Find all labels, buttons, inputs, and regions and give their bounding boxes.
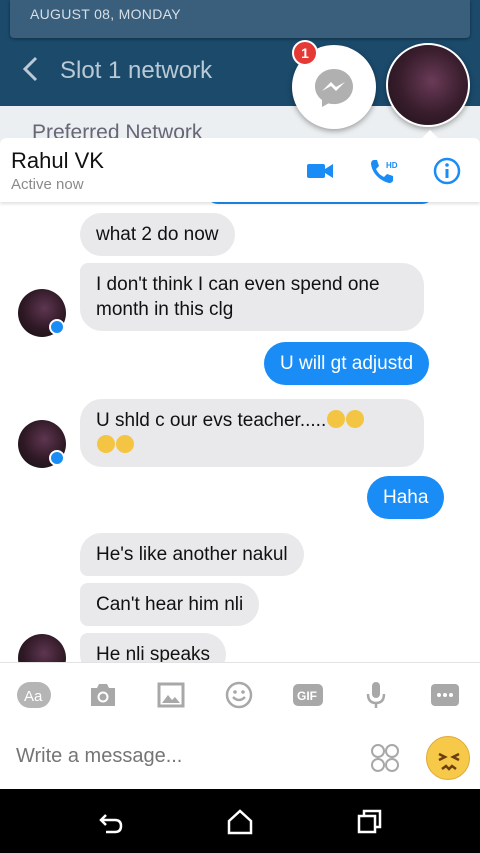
weary-emoji-icon bbox=[116, 435, 134, 453]
emoji-button[interactable] bbox=[221, 677, 257, 713]
unread-badge: 1 bbox=[292, 40, 318, 66]
message-bubble[interactable]: I don't think I can even spend one month… bbox=[80, 263, 424, 331]
message-list[interactable]: what 2 do now I don't think I can even s… bbox=[0, 202, 480, 662]
message-text: Can't hear him nli bbox=[96, 594, 244, 615]
message-text: He nli speaks bbox=[96, 644, 211, 662]
persevering-face-icon bbox=[438, 752, 460, 771]
stickers-icon[interactable] bbox=[370, 743, 400, 773]
settings-title: Slot 1 network bbox=[60, 57, 213, 84]
aa-icon: Aa bbox=[17, 682, 51, 708]
date-text: AUGUST 08, MONDAY bbox=[30, 6, 181, 22]
gallery-button[interactable] bbox=[153, 677, 189, 713]
messenger-badge-icon bbox=[49, 450, 65, 466]
svg-text:GIF: GIF bbox=[297, 689, 317, 703]
more-options-button[interactable] bbox=[427, 677, 463, 713]
message-text: what 2 do now bbox=[96, 224, 219, 245]
weary-emoji-icon bbox=[97, 435, 115, 453]
date-bar: AUGUST 08, MONDAY bbox=[10, 0, 470, 38]
message-text: He's like another nakul bbox=[96, 544, 288, 565]
weary-emoji-icon bbox=[327, 410, 346, 428]
message-text: I don't think I can even spend one month… bbox=[96, 274, 380, 320]
chat-header: Rahul VK Active now HD bbox=[0, 138, 480, 202]
more-icon bbox=[431, 684, 459, 706]
message-text: U shld c our evs teacher..... bbox=[96, 410, 327, 431]
persevering-emoji-send-button[interactable] bbox=[426, 736, 470, 780]
camera-icon bbox=[91, 684, 115, 706]
message-bubble[interactable]: U will gt adjustd bbox=[264, 342, 430, 385]
smiley-icon bbox=[225, 681, 253, 709]
info-icon[interactable] bbox=[432, 156, 462, 186]
weary-emoji-icon bbox=[346, 410, 365, 428]
hd-voice-call-icon[interactable]: HD bbox=[368, 156, 398, 186]
text-format-button[interactable]: Aa bbox=[16, 677, 52, 713]
gif-icon: GIF bbox=[293, 684, 323, 706]
voice-button[interactable] bbox=[358, 677, 394, 713]
svg-text:HD: HD bbox=[386, 161, 398, 170]
message-bubble[interactable]: Can't hear him nli bbox=[80, 583, 260, 626]
camera-button[interactable] bbox=[85, 677, 121, 713]
message-bubble[interactable]: what 2 do now bbox=[80, 213, 235, 256]
svg-text:Aa: Aa bbox=[24, 688, 43, 705]
messenger-badge-icon bbox=[49, 319, 65, 335]
message-bubble[interactable]: U shld c our evs teacher..... bbox=[80, 399, 424, 467]
message-text: Haha bbox=[383, 487, 429, 508]
system-nav-bar bbox=[0, 789, 480, 853]
gif-button[interactable]: GIF bbox=[290, 677, 326, 713]
image-icon bbox=[157, 682, 185, 708]
microphone-icon bbox=[366, 682, 386, 708]
contact-chat-head[interactable] bbox=[386, 43, 470, 127]
message-bubble[interactable]: He nli speaks bbox=[80, 633, 227, 662]
back-icon[interactable] bbox=[96, 807, 126, 837]
message-bubble[interactable]: Haha bbox=[367, 476, 445, 519]
contact-name[interactable]: Rahul VK bbox=[11, 148, 104, 174]
back-arrow-icon[interactable] bbox=[20, 55, 42, 83]
message-input[interactable] bbox=[16, 745, 356, 768]
message-bubble[interactable]: He's like another nakul bbox=[80, 533, 304, 576]
messenger-icon bbox=[315, 69, 353, 107]
avatar[interactable] bbox=[18, 634, 66, 662]
message-text: U will gt adjustd bbox=[280, 353, 414, 374]
composer: Aa GIF bbox=[0, 662, 480, 789]
previous-outgoing-bubble bbox=[206, 202, 434, 204]
contact-status: Active now bbox=[11, 176, 84, 193]
video-call-icon[interactable] bbox=[305, 156, 335, 186]
home-icon[interactable] bbox=[225, 807, 255, 837]
recents-icon[interactable] bbox=[354, 807, 384, 837]
